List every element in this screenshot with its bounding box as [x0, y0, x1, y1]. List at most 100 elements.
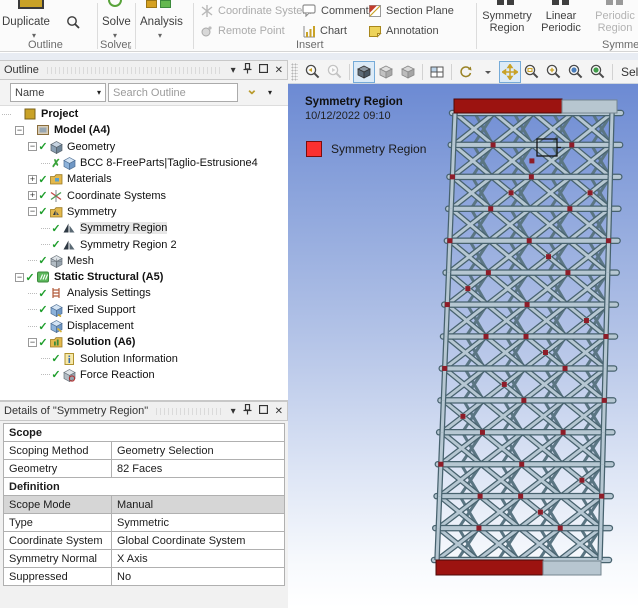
tree-item-label[interactable]: Coordinate Systems	[67, 190, 166, 202]
manage-views-icon[interactable]	[397, 61, 419, 83]
iso-view-icon[interactable]	[353, 61, 375, 83]
tree-item[interactable]: +✓Coordinate Systems	[0, 187, 287, 203]
details-row[interactable]: Scope	[4, 424, 285, 442]
details-value[interactable]: Geometry Selection	[112, 442, 285, 460]
tree-item[interactable]: ✓Analysis Settings	[0, 285, 287, 301]
toolbar-drag-handle[interactable]	[291, 63, 298, 81]
analysis-button[interactable]: Analysis	[140, 16, 183, 28]
tree-item-label[interactable]: Solution (A6)	[67, 336, 135, 348]
details-row[interactable]: SuppressedNo	[4, 568, 285, 586]
viewports-icon[interactable]	[426, 61, 448, 83]
solve-button[interactable]: Solve	[102, 16, 131, 28]
details-row[interactable]: TypeSymmetric	[4, 514, 285, 532]
details-row[interactable]: Scoping MethodGeometry Selection	[4, 442, 285, 460]
details-value[interactable]: 82 Faces	[112, 460, 285, 478]
symmetry-region-button[interactable]: Symmetry Region	[478, 10, 536, 34]
tree-expand-toggle[interactable]: −	[28, 338, 37, 347]
chart-button[interactable]: Chart	[302, 24, 347, 38]
tree-item[interactable]: ✓Symmetry Region	[0, 220, 287, 236]
search-options-caret-icon[interactable]: ▾	[268, 88, 272, 97]
expand-tree-icon[interactable]: ⌄	[246, 81, 258, 98]
linear-periodic-button[interactable]: Linear Periodic	[532, 10, 590, 34]
tree-item-label[interactable]: Mesh	[67, 255, 94, 267]
viewport-3d[interactable]: Symmetry Region 10/12/2022 09:10 Symmetr…	[288, 84, 638, 608]
tree-expand-toggle[interactable]: −	[15, 273, 24, 282]
analysis-caret-icon[interactable]: ▾	[158, 31, 162, 40]
details-row[interactable]: Definition	[4, 478, 285, 496]
zoom-forward-icon[interactable]	[324, 61, 346, 83]
search-input[interactable]	[108, 83, 238, 102]
name-filter-dropdown[interactable]: Name▾	[10, 83, 106, 102]
tree-item[interactable]: ✓Symmetry Region 2	[0, 236, 287, 252]
shaded-view-icon[interactable]	[375, 61, 397, 83]
details-value[interactable]: Symmetric	[112, 514, 285, 532]
zoom-selection-icon[interactable]	[587, 61, 609, 83]
details-row[interactable]: Symmetry NormalX Axis	[4, 550, 285, 568]
tree-item-label[interactable]: Symmetry Region	[80, 222, 167, 234]
section-plane-button[interactable]: Section Plane	[368, 4, 454, 18]
tree-item-label[interactable]: BCC 8-FreeParts|Taglio-Estrusione4	[80, 157, 258, 169]
annotation-button[interactable]: Annotation	[368, 24, 439, 38]
tree-connector	[41, 358, 50, 359]
zoom-fit-icon[interactable]	[565, 61, 587, 83]
tree-expand-toggle[interactable]: +	[28, 175, 37, 184]
rotate-caret-icon[interactable]	[477, 61, 499, 83]
details-pin-icon[interactable]	[243, 404, 252, 418]
outline-menu-caret-icon[interactable]: ▾	[231, 65, 236, 76]
zoom-inout-icon[interactable]	[543, 61, 565, 83]
zoom-back-icon[interactable]	[302, 61, 324, 83]
outline-pin-icon[interactable]	[243, 63, 252, 77]
tree-item[interactable]: − Model (A4)	[0, 122, 287, 138]
tree-item[interactable]: −✓Static Structural (A5)	[0, 269, 287, 285]
tree-item-label[interactable]: Analysis Settings	[67, 287, 151, 299]
tree-item[interactable]: ✓Force Reaction	[0, 367, 287, 383]
details-row[interactable]: Coordinate SystemGlobal Coordinate Syste…	[4, 532, 285, 550]
tree-expand-toggle[interactable]: −	[15, 126, 24, 135]
details-maximize-icon[interactable]	[259, 405, 268, 417]
details-value[interactable]: Global Coordinate System	[112, 532, 285, 550]
pan-icon[interactable]	[499, 61, 521, 83]
lattice-model[interactable]	[288, 84, 638, 608]
duplicate-button[interactable]: Duplicate	[2, 16, 50, 28]
outline-close-icon[interactable]: ✕	[275, 65, 283, 76]
details-close-icon[interactable]: ✕	[275, 406, 283, 417]
details-row[interactable]: Geometry82 Faces	[4, 460, 285, 478]
tree-item-label[interactable]: Static Structural (A5)	[54, 271, 163, 283]
tree-item-label[interactable]: Materials	[67, 173, 112, 185]
details-row[interactable]: Scope ModeManual	[4, 496, 285, 514]
tree-expand-toggle[interactable]: −	[28, 142, 37, 151]
tree-item-label[interactable]: Displacement	[67, 320, 134, 332]
tree-item-label[interactable]: Model (A4)	[54, 124, 110, 136]
tree-item[interactable]: ✓Fixed Support	[0, 302, 287, 318]
tree-item[interactable]: ✗BCC 8-FreeParts|Taglio-Estrusione4	[0, 155, 287, 171]
select-menu-label[interactable]: Sele	[621, 65, 638, 79]
solver-expander-icon[interactable]: ⌟	[128, 41, 132, 50]
tree-expand-toggle[interactable]: −	[28, 207, 37, 216]
tree-item[interactable]: Project	[0, 106, 287, 122]
tree-item[interactable]: +✓Materials	[0, 171, 287, 187]
tree-expand-toggle[interactable]: +	[28, 191, 37, 200]
tree-item[interactable]: −✓Geometry	[0, 139, 287, 155]
tree-item-label[interactable]: Force Reaction	[80, 369, 155, 381]
rotate-icon[interactable]	[455, 61, 477, 83]
details-value[interactable]: Manual	[112, 496, 285, 514]
details-key: Coordinate System	[4, 532, 112, 550]
tree-item-label[interactable]: Solution Information	[80, 353, 178, 365]
comment-button[interactable]: Comment	[302, 4, 369, 17]
tree-item[interactable]: −✓Symmetry	[0, 204, 287, 220]
tree-item[interactable]: ✓Displacement	[0, 318, 287, 334]
tree-item[interactable]: ✓Solution Information	[0, 350, 287, 366]
tree-item-label[interactable]: Geometry	[67, 141, 115, 153]
details-menu-caret-icon[interactable]: ▾	[231, 406, 236, 417]
tree-item-label[interactable]: Symmetry	[67, 206, 117, 218]
outline-maximize-icon[interactable]	[259, 64, 268, 76]
tree-item[interactable]: ✓Mesh	[0, 253, 287, 269]
tree-item-label[interactable]: Fixed Support	[67, 304, 135, 316]
search-icon[interactable]	[66, 15, 81, 33]
zoom-box-icon[interactable]	[521, 61, 543, 83]
tree-item-label[interactable]: Project	[41, 108, 78, 120]
tree-item-label[interactable]: Symmetry Region 2	[80, 239, 177, 251]
details-value[interactable]: X Axis	[112, 550, 285, 568]
tree-item[interactable]: −✓Solution (A6)	[0, 334, 287, 350]
details-value[interactable]: No	[112, 568, 285, 586]
